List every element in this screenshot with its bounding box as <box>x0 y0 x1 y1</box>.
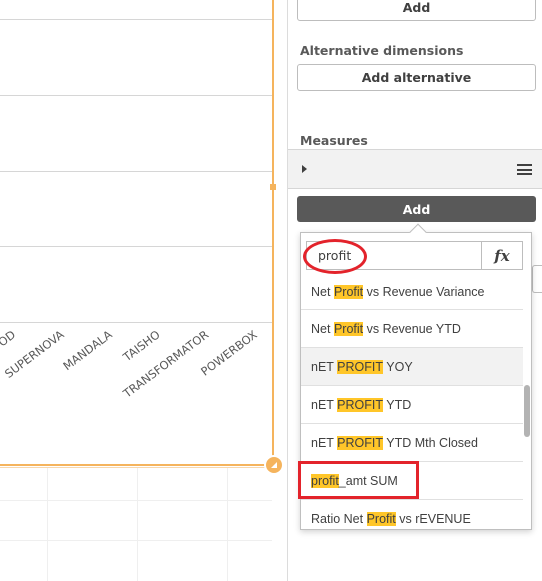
add-dimension-button[interactable]: Add <box>297 0 536 21</box>
result-text: vs Revenue YTD <box>363 321 461 336</box>
result-text: YTD <box>383 397 412 412</box>
result-match-highlight: Profit <box>333 284 364 299</box>
sheet-grid-line <box>227 468 228 581</box>
measures-heading: Measures <box>300 133 368 148</box>
result-match-highlight: PROFIT <box>337 397 384 412</box>
hamburger-menu-icon[interactable] <box>517 164 532 175</box>
search-result-item[interactable]: Net Profit vs Revenue Variance <box>301 278 523 310</box>
sheet-grid-line <box>47 468 48 581</box>
selection-border <box>272 0 274 468</box>
axis-baseline <box>0 322 272 323</box>
result-text: Net <box>311 284 334 299</box>
scrollbar-thumb[interactable] <box>524 385 530 437</box>
gridline <box>0 19 272 20</box>
measure-item-collapsed[interactable] <box>288 149 542 189</box>
result-text: Net <box>311 321 334 336</box>
sheet-grid-line <box>0 540 272 541</box>
bar-chart-object[interactable]: OD SUPERNOVA MANDALA TAISHO TRANSFORMATO… <box>0 0 276 581</box>
x-axis-label: TAISHO <box>119 327 163 365</box>
result-text: vs rEVENUE <box>395 511 471 526</box>
result-match-highlight: Profit <box>366 511 396 526</box>
x-axis-label: TRANSFORMATOR <box>120 327 212 401</box>
selection-border <box>0 464 274 466</box>
result-text: nET <box>311 359 338 374</box>
result-text: nET <box>311 397 338 412</box>
search-result-item[interactable]: Net Profit vs Revenue YTD <box>301 310 523 348</box>
result-match-highlight: PROFIT <box>337 435 384 450</box>
x-axis-label: MANDALA <box>59 327 115 374</box>
result-text: YTD Mth Closed <box>383 435 478 450</box>
alternative-dimensions-heading: Alternative dimensions <box>300 43 464 58</box>
sheet-grid-line <box>0 500 272 501</box>
sheet-grid-line <box>137 468 138 581</box>
search-result-item[interactable]: Ratio Net Profit vs rEVENUE <box>301 500 523 529</box>
expand-caret-icon[interactable] <box>302 165 307 173</box>
result-text: vs Revenue Variance <box>363 284 485 299</box>
result-text: Ratio Net <box>311 511 367 526</box>
result-match-highlight: Profit <box>333 321 364 336</box>
expression-editor-button[interactable]: fx <box>481 241 523 270</box>
search-result-item[interactable]: nET PROFIT YTD <box>301 386 523 424</box>
search-result-item[interactable]: nET PROFIT YTD Mth Closed <box>301 424 523 462</box>
partially-hidden-field <box>532 265 542 293</box>
red-box-annotation <box>298 461 419 499</box>
x-axis-label: OD <box>0 327 19 350</box>
red-circle-annotation <box>303 239 367 274</box>
gridline <box>0 246 272 247</box>
resize-arrow-icon <box>271 462 277 468</box>
search-result-item[interactable]: nET PROFIT YOY <box>301 348 523 386</box>
resize-corner-handle[interactable] <box>264 455 284 475</box>
resize-handle[interactable] <box>270 184 276 190</box>
add-alternative-button[interactable]: Add alternative <box>297 64 536 91</box>
gridline <box>0 95 272 96</box>
add-measure-button[interactable]: Add <box>297 196 536 222</box>
result-text: YOY <box>383 359 413 374</box>
result-text: nET <box>311 435 338 450</box>
gridline <box>0 171 272 172</box>
result-match-highlight: PROFIT <box>337 359 384 374</box>
